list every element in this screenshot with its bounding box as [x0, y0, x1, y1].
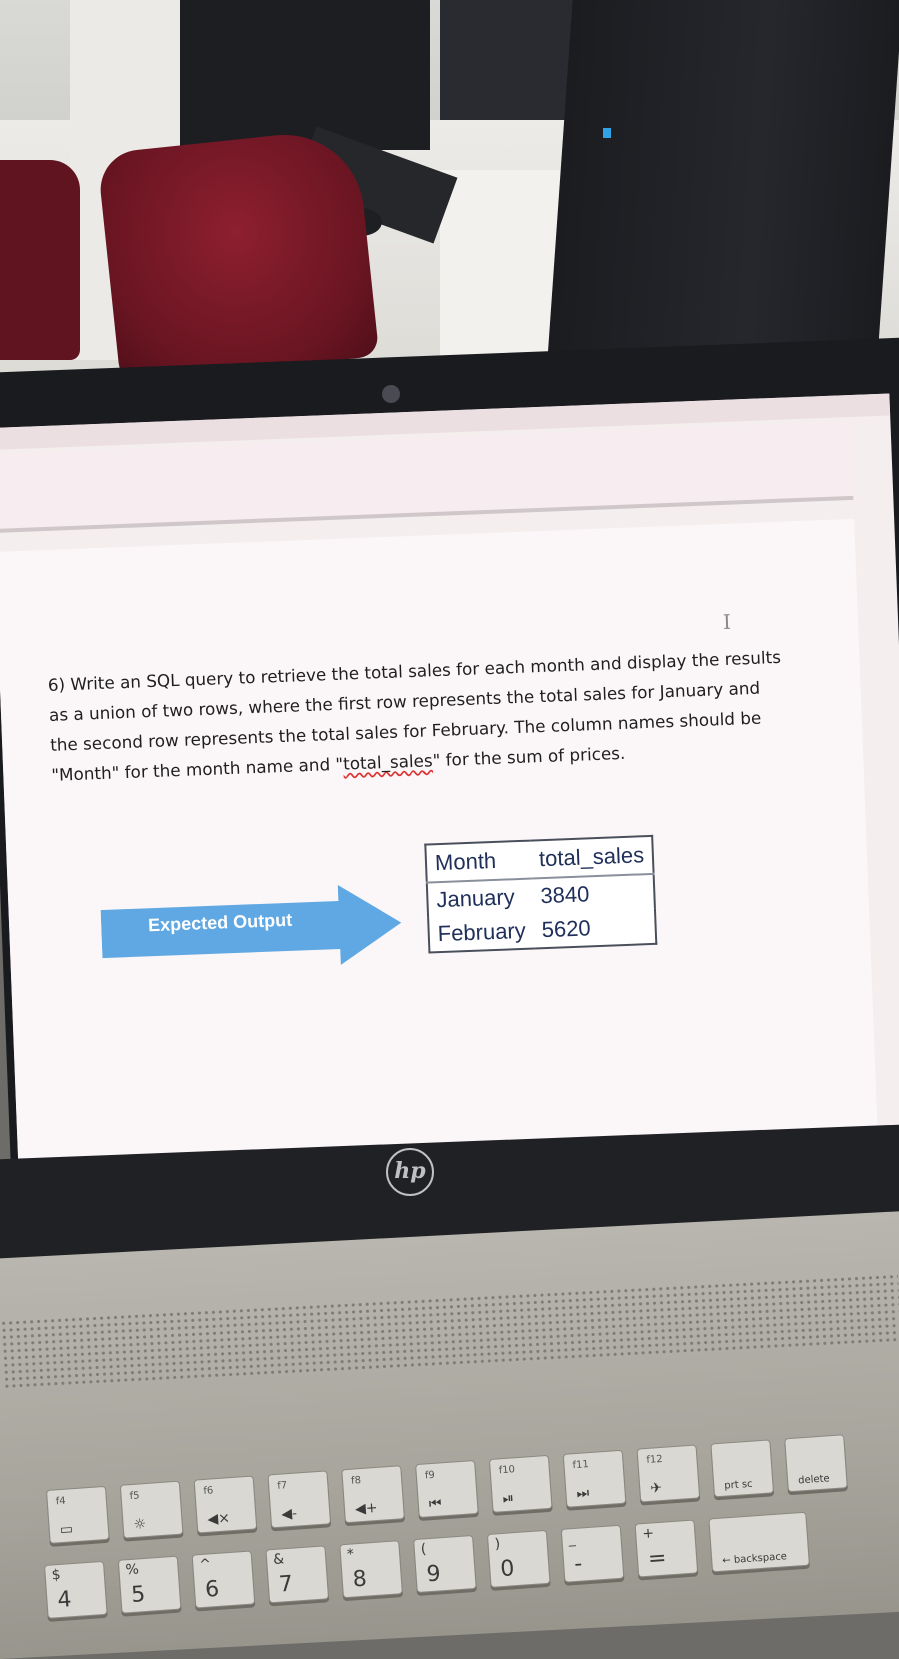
background-monitor [180, 0, 430, 150]
key-label: _ [567, 1530, 577, 1548]
key-8[interactable]: * 8 [339, 1540, 403, 1599]
key-label: f9 [424, 1469, 436, 1482]
key-f4[interactable]: f4 ▭ [46, 1485, 110, 1544]
key-label: % [125, 1561, 140, 1579]
key-label: ^ [198, 1556, 212, 1574]
key-label: & [272, 1551, 285, 1568]
key-print-screen[interactable]: prt sc [710, 1439, 774, 1498]
key-backspace[interactable]: ← backspace [708, 1511, 810, 1573]
key-label: f12 [646, 1453, 664, 1467]
key-f12[interactable]: f12 ✈ [636, 1444, 701, 1503]
key-label: f8 [350, 1475, 362, 1487]
key-glyph: 7 [278, 1571, 294, 1598]
key-glyph: ⏭ [576, 1485, 590, 1502]
background-chair-left [0, 160, 80, 360]
key-glyph: ← backspace [722, 1551, 788, 1567]
pc-tower-led [603, 128, 611, 138]
key-glyph: delete [797, 1473, 831, 1487]
key-glyph: 9 [425, 1561, 442, 1588]
pc-tower [547, 0, 899, 360]
key-glyph: - [573, 1551, 584, 1577]
key-glyph: = [647, 1545, 668, 1572]
key-label: * [346, 1546, 355, 1563]
key-glyph: 0 [499, 1556, 516, 1583]
question-suffix: " for the sum of prices. [432, 742, 626, 771]
key-6[interactable]: ^ 6 [191, 1550, 256, 1609]
key-label: ) [494, 1536, 501, 1553]
key-5[interactable]: % 5 [117, 1555, 182, 1614]
column-header-total-sales: total_sales [530, 835, 654, 879]
key-label: $ [51, 1566, 62, 1584]
key-glyph: ▭ [59, 1521, 74, 1539]
key-glyph: ◀+ [354, 1499, 379, 1518]
key-label: f6 [203, 1485, 214, 1498]
table-cell: 5620 [541, 915, 592, 943]
key-equals[interactable]: + = [634, 1519, 699, 1578]
key-7[interactable]: & 7 [265, 1545, 330, 1604]
laptop-screen: I 6) Write an SQL query to retrieve the … [0, 393, 899, 1188]
office-chair [96, 127, 380, 383]
table-cell: February [437, 917, 527, 947]
table-row: February 5620 [428, 909, 656, 953]
key-glyph: ⏮ [428, 1495, 443, 1513]
column-header-month: Month [425, 840, 532, 883]
key-label: + [641, 1525, 655, 1543]
key-glyph: ⏯ [502, 1490, 515, 1508]
key-f5[interactable]: f5 ☼ [119, 1480, 184, 1539]
key-label: ( [420, 1541, 427, 1558]
key-delete[interactable]: delete [784, 1434, 848, 1493]
key-glyph: ◀- [280, 1505, 298, 1523]
table-cell: 3840 [539, 881, 590, 909]
key-f7[interactable]: f7 ◀- [267, 1470, 332, 1529]
table-cell: January [435, 884, 516, 913]
key-label: f5 [129, 1490, 140, 1503]
key-label: f4 [55, 1495, 67, 1508]
expected-output-table: Month total_sales January 3840 February … [424, 834, 658, 954]
key-f6[interactable]: f6 ◀× [193, 1475, 258, 1534]
key-4[interactable]: $4 [44, 1560, 108, 1619]
key-glyph: prt sc [724, 1478, 753, 1492]
key-minus[interactable]: _ - [560, 1524, 625, 1583]
key-f8[interactable]: f8 ◀+ [341, 1465, 405, 1524]
hp-logo: hp [386, 1148, 434, 1196]
key-glyph: ◀× [206, 1510, 231, 1528]
key-f9[interactable]: f9 ⏮ [415, 1460, 479, 1519]
spellcheck-underlined-word: total_sales [342, 750, 434, 774]
key-glyph: 4 [56, 1587, 73, 1614]
key-label: f7 [276, 1480, 288, 1492]
key-f11[interactable]: f11 ⏭ [562, 1449, 627, 1508]
key-glyph: 8 [351, 1566, 368, 1593]
key-9[interactable]: (9 [413, 1535, 477, 1594]
background-room [0, 0, 899, 400]
key-glyph: ✈ [649, 1480, 663, 1497]
key-glyph: ☼ [133, 1516, 147, 1533]
text-cursor-icon: I [722, 609, 732, 634]
key-f10[interactable]: f10 ⏯ [488, 1454, 553, 1513]
key-0[interactable]: ) 0 [486, 1529, 551, 1588]
key-glyph: 5 [130, 1582, 147, 1608]
webcam-icon [382, 385, 400, 403]
key-label: f10 [498, 1464, 516, 1477]
key-label: f11 [572, 1459, 590, 1472]
